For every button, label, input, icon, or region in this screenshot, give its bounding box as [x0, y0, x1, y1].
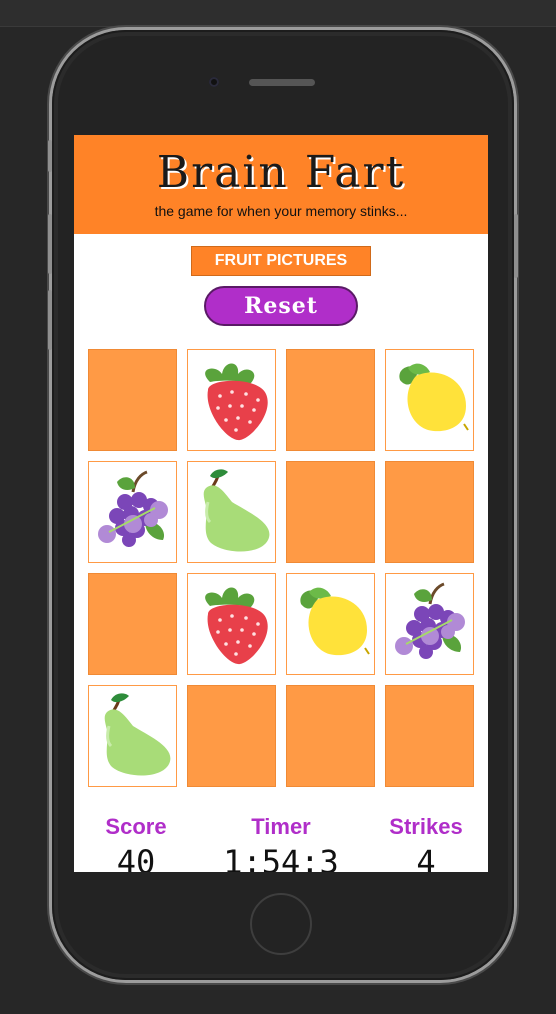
card-face-up[interactable] — [187, 461, 276, 563]
app-subtitle: the game for when your memory stinks... — [154, 203, 408, 219]
card-face-up[interactable] — [385, 573, 474, 675]
card-face-down[interactable] — [88, 349, 177, 451]
card-face-down[interactable] — [286, 461, 375, 563]
app-title: Brain Fart — [156, 147, 406, 198]
reset-button[interactable]: Reset — [204, 286, 358, 326]
app-screen: Brain Fart Brain Fart the game for when … — [74, 135, 488, 872]
card-face-up[interactable] — [385, 349, 474, 451]
card-face-down[interactable] — [286, 349, 375, 451]
card-face-up[interactable] — [88, 461, 177, 563]
card-face-down[interactable] — [385, 685, 474, 787]
strikes-value: 4 — [416, 843, 436, 872]
speaker-grille — [249, 79, 315, 86]
mode-select-button[interactable]: FRUIT PICTURES — [191, 246, 371, 276]
card-face-up[interactable] — [88, 685, 177, 787]
timer-value: 1:54:3 — [223, 843, 339, 872]
card-face-down[interactable] — [88, 573, 177, 675]
card-face-down[interactable] — [286, 685, 375, 787]
top-bar — [0, 0, 556, 27]
card-face-down[interactable] — [187, 685, 276, 787]
strikes-label: Strikes — [389, 814, 463, 839]
front-camera — [209, 77, 219, 87]
card-face-up[interactable] — [187, 573, 276, 675]
volume-up-button — [48, 214, 52, 274]
timer-label: Timer — [251, 814, 311, 839]
home-button[interactable] — [250, 893, 312, 955]
card-face-down[interactable] — [385, 461, 474, 563]
power-button — [514, 214, 518, 278]
card-face-up[interactable] — [286, 573, 375, 675]
score-value: 40 — [116, 843, 156, 872]
app-header: Brain Fart Brain Fart the game for when … — [74, 135, 488, 234]
mute-switch — [48, 140, 52, 172]
card-face-up[interactable] — [187, 349, 276, 451]
score-label: Score — [105, 814, 167, 839]
volume-down-button — [48, 290, 52, 350]
